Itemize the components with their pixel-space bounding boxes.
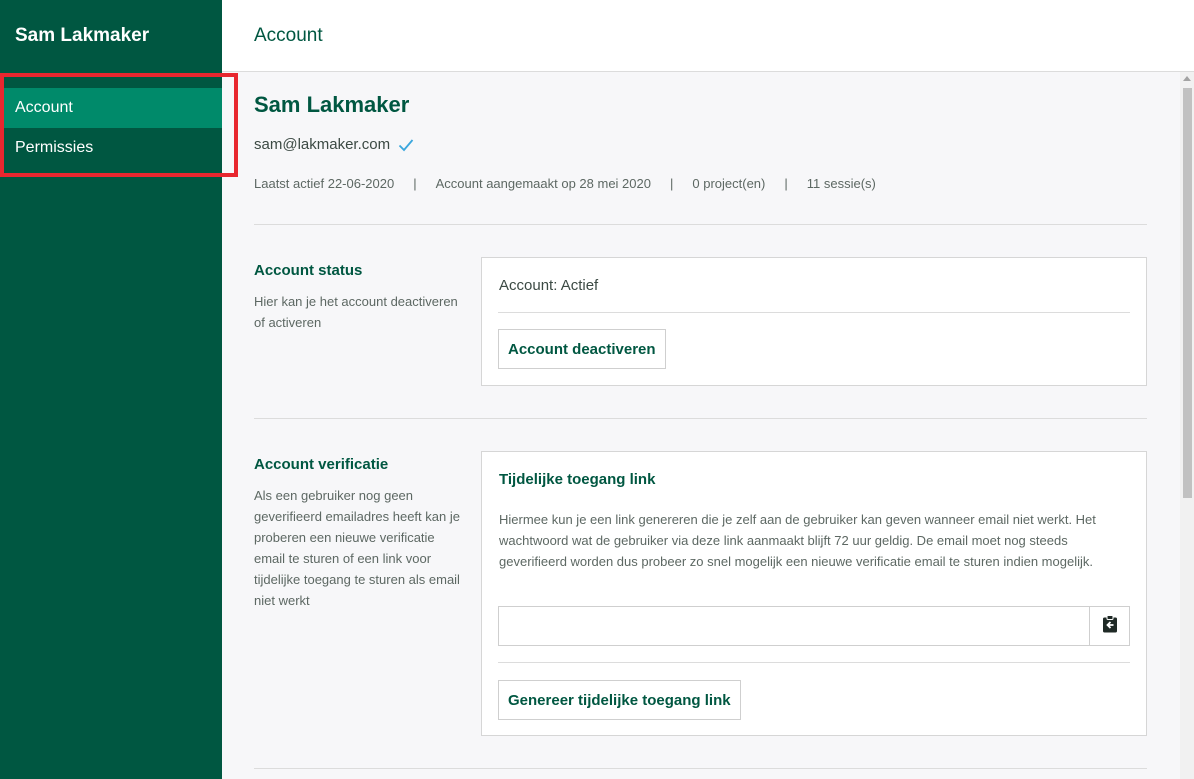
meta-sessions: 11 sessie(s) bbox=[806, 176, 876, 191]
vertical-scrollbar[interactable] bbox=[1180, 72, 1194, 779]
account-status-title: Account status bbox=[254, 262, 363, 279]
profile-meta: Laatst actief 22-06-2020 | Account aange… bbox=[254, 176, 876, 191]
highlight-annotation bbox=[0, 73, 238, 177]
section-divider bbox=[254, 224, 1147, 225]
temporary-link-input[interactable] bbox=[499, 607, 1089, 645]
card-divider bbox=[498, 312, 1130, 313]
temporary-link-field bbox=[498, 606, 1130, 646]
account-status-card: Account: Actief Account deactiveren bbox=[481, 257, 1147, 386]
account-status-description: Hier kan je het account deactiveren of a… bbox=[254, 294, 458, 330]
profile-email-row: sam@lakmaker.com bbox=[254, 136, 414, 153]
section-divider bbox=[254, 418, 1147, 419]
deactivate-account-button[interactable]: Account deactiveren bbox=[498, 329, 666, 369]
card-divider bbox=[498, 662, 1130, 663]
profile-name: Sam Lakmaker bbox=[254, 92, 410, 117]
account-verification-label: Account verificatie Als een gebruiker no… bbox=[254, 456, 466, 611]
top-header: Account bbox=[222, 0, 1194, 72]
profile-email: sam@lakmaker.com bbox=[254, 136, 391, 153]
meta-created: Account aangemaakt op 28 mei 2020 bbox=[435, 176, 651, 191]
temporary-access-card: Tijdelijke toegang link Hiermee kun je e… bbox=[481, 451, 1147, 736]
meta-separator: | bbox=[669, 176, 674, 191]
account-verification-title: Account verificatie bbox=[254, 456, 389, 473]
clipboard-icon bbox=[1102, 614, 1118, 638]
meta-separator: | bbox=[784, 176, 788, 191]
account-verification-description: Als een gebruiker nog geen geverifieerd … bbox=[254, 488, 460, 608]
page-title: Account bbox=[254, 25, 323, 46]
copy-link-button[interactable] bbox=[1089, 607, 1129, 645]
scroll-up-arrow-icon[interactable] bbox=[1183, 76, 1191, 81]
account-status-label: Account status Hier kan je het account d… bbox=[254, 262, 466, 333]
generate-temporary-link-button[interactable]: Genereer tijdelijke toegang link bbox=[498, 680, 741, 720]
section-divider bbox=[254, 768, 1147, 769]
meta-projects: 0 project(en) bbox=[692, 176, 766, 191]
temporary-access-title: Tijdelijke toegang link bbox=[499, 471, 656, 488]
temporary-access-description: Hiermee kun je een link genereren die je… bbox=[499, 512, 1096, 569]
scrollbar-thumb[interactable] bbox=[1183, 88, 1192, 498]
account-status-text: Account: Actief bbox=[499, 277, 599, 294]
main-content: Sam Lakmaker sam@lakmaker.com Laatst act… bbox=[222, 72, 1180, 779]
meta-separator: | bbox=[413, 176, 417, 191]
checkmark-icon bbox=[398, 138, 414, 152]
sidebar-user-title: Sam Lakmaker bbox=[15, 25, 150, 46]
meta-last-active: Laatst actief 22-06-2020 bbox=[254, 176, 395, 191]
